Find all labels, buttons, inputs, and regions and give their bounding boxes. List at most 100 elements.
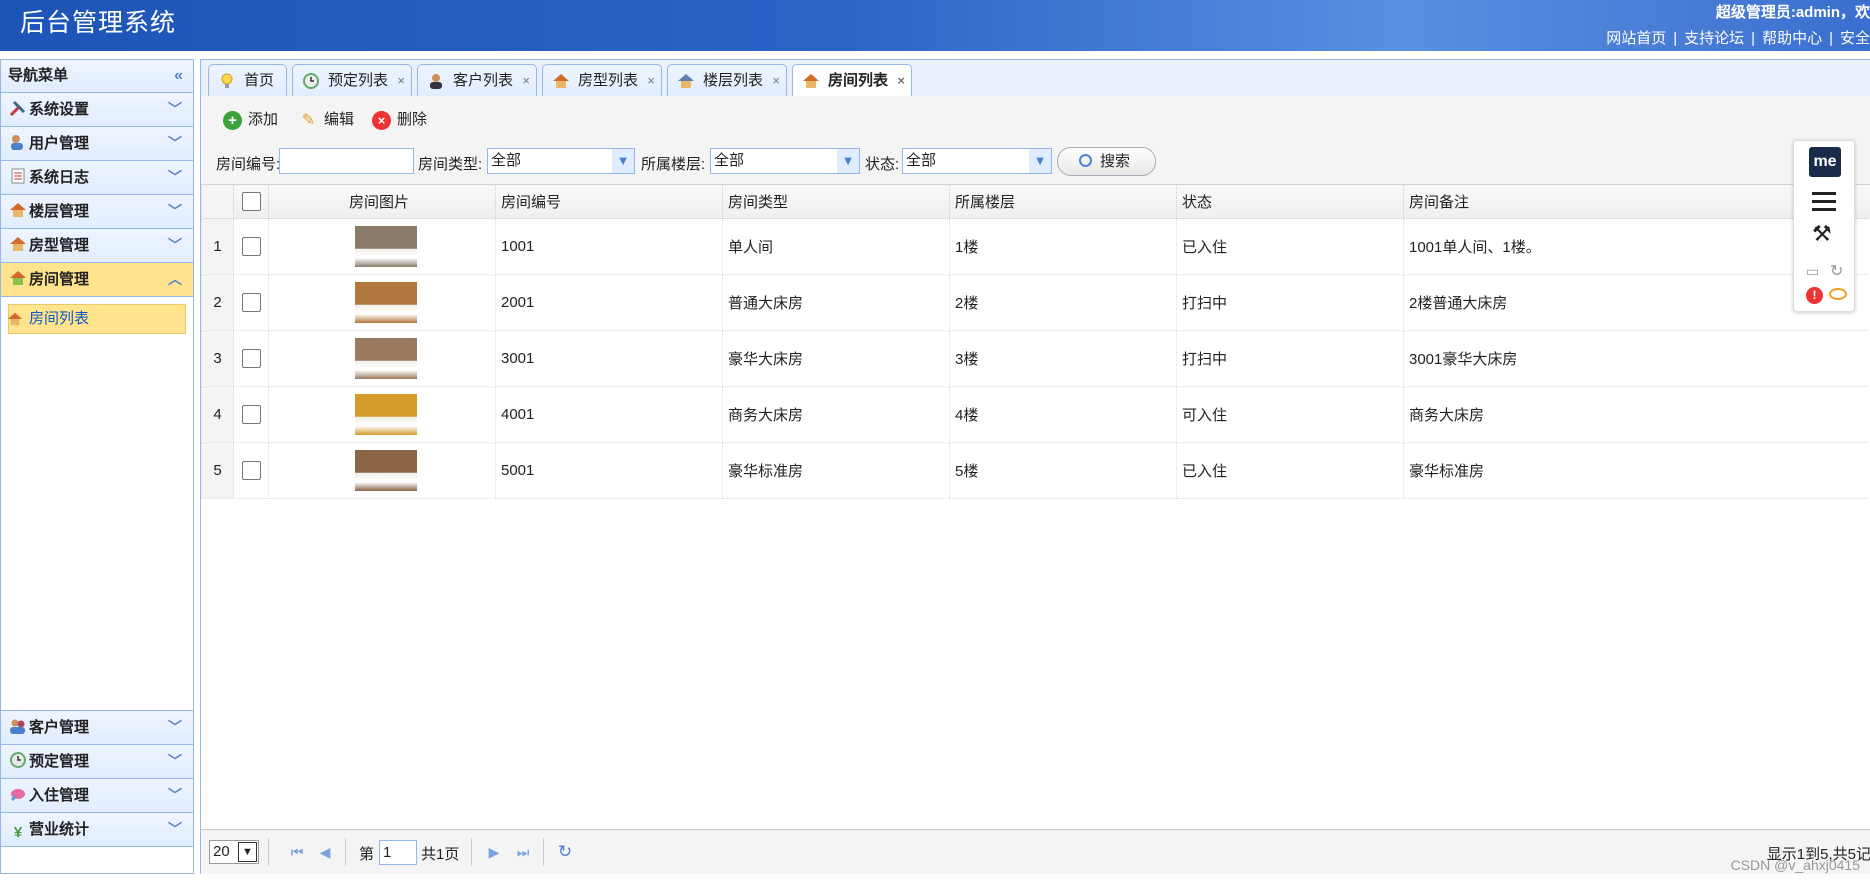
room-no-cell: 5001	[495, 442, 723, 499]
sidebar-item-roomtype-management[interactable]: 房型管理 ﹀	[1, 229, 193, 263]
chevron-down-icon: ﹀	[168, 203, 182, 219]
table-header-row: 房间图片 房间编号 房间类型 所属楼层 状态 房间备注	[201, 184, 1870, 219]
select-all-checkbox[interactable]	[241, 192, 261, 211]
row-number: 4	[201, 386, 234, 443]
search-icon	[1079, 154, 1092, 167]
reload-icon[interactable]: ↻	[1830, 261, 1843, 281]
house-icon	[10, 203, 26, 217]
close-icon[interactable]: ×	[897, 65, 905, 96]
cast-icon[interactable]: ▭	[1806, 263, 1819, 280]
tab-room-list[interactable]: 房间列表 ×	[792, 64, 912, 98]
row-checkbox-cell	[233, 274, 269, 331]
note-cell: 豪华标准房	[1403, 442, 1870, 499]
eye-icon[interactable]	[1829, 288, 1847, 300]
row-checkbox[interactable]	[241, 461, 261, 480]
link-help[interactable]: 帮助中心	[1762, 30, 1822, 47]
row-checkbox[interactable]	[241, 349, 261, 368]
clock-icon	[10, 752, 26, 768]
add-button[interactable]: + 添加	[223, 108, 278, 132]
room-type-select[interactable]: 全部 ▼	[487, 148, 635, 174]
sidebar-subitem-room-list[interactable]: 房间列表	[7, 304, 186, 334]
prev-page-icon[interactable]: ◀	[316, 842, 334, 862]
sidebar-item-label: 用户管理	[29, 135, 90, 152]
close-icon[interactable]: ×	[522, 65, 530, 96]
sidebar-item-system-settings[interactable]: 系统设置 ﹀	[1, 93, 193, 127]
sidebar-item-booking-management[interactable]: 预定管理 ﹀	[1, 745, 193, 779]
room-management-submenu: 房间列表	[1, 297, 193, 711]
room-thumbnail	[355, 338, 417, 379]
column-header-floor[interactable]: 所属楼层	[949, 184, 1177, 219]
hamburger-menu-icon[interactable]	[1812, 192, 1836, 216]
status-cell: 已入住	[1176, 442, 1404, 499]
room-type-cell: 单人间	[722, 218, 950, 275]
room-no-input[interactable]	[279, 148, 414, 174]
edit-button[interactable]: ✎ 编辑	[299, 108, 354, 132]
link-security[interactable]: 安全	[1840, 30, 1870, 47]
tab-customer-list[interactable]: 客户列表 ×	[417, 64, 537, 97]
table-row[interactable]: 4 4001 商务大床房 4楼 可入住 商务大床房	[201, 386, 1870, 443]
tab-booking-list[interactable]: 预定列表 ×	[292, 64, 412, 97]
tab-roomtype-list[interactable]: 房型列表 ×	[542, 64, 662, 97]
nav-sidebar: 导航菜单 « 系统设置 ﹀ 用户管理 ﹀ 系统日志 ﹀ 楼层管理 ﹀ 房型管理 …	[0, 59, 194, 874]
sidebar-item-room-management[interactable]: 房间管理 ︿	[1, 263, 193, 297]
tab-label: 首页	[244, 72, 275, 89]
search-button[interactable]: 搜索	[1057, 147, 1156, 176]
sidebar-item-floor-management[interactable]: 楼层管理 ﹀	[1, 195, 193, 229]
welcome-text: 超级管理员:admin，欢	[1715, 4, 1870, 21]
close-icon[interactable]: ×	[772, 65, 780, 96]
sidebar-item-label: 系统日志	[29, 169, 90, 186]
status-cell: 打扫中	[1176, 274, 1404, 331]
close-icon[interactable]: ×	[647, 65, 655, 96]
last-page-icon[interactable]: ⏭	[514, 842, 532, 862]
link-forum[interactable]: 支持论坛	[1684, 30, 1744, 47]
magic-wand-icon[interactable]: ⚒	[1812, 221, 1832, 247]
extension-logo[interactable]: me	[1809, 147, 1841, 177]
house-icon	[7, 312, 23, 326]
tab-label: 楼层列表	[703, 72, 764, 89]
page-number-input[interactable]: 1	[379, 840, 417, 865]
row-checkbox[interactable]	[241, 293, 261, 312]
page-prefix: 第	[359, 846, 375, 863]
column-header-room-no[interactable]: 房间编号	[495, 184, 723, 219]
sidebar-item-system-log[interactable]: 系统日志 ﹀	[1, 161, 193, 195]
sidebar-item-label: 房间管理	[29, 271, 90, 288]
table-row[interactable]: 5 5001 豪华标准房 5楼 已入住 豪华标准房	[201, 442, 1870, 499]
refresh-icon[interactable]: ↻	[556, 842, 574, 862]
page-size-select[interactable]: 20 ▼	[209, 840, 259, 864]
tab-floor-list[interactable]: 楼层列表 ×	[667, 64, 787, 97]
add-label: 添加	[248, 111, 279, 128]
column-header-room-type[interactable]: 房间类型	[722, 184, 950, 219]
room-image-cell	[268, 274, 496, 331]
link-home[interactable]: 网站首页	[1606, 30, 1666, 47]
edit-label: 编辑	[324, 111, 355, 128]
floor-label: 所属楼层:	[641, 156, 706, 173]
row-number: 3	[201, 330, 234, 387]
row-checkbox[interactable]	[241, 405, 261, 424]
delete-icon: ×	[372, 111, 391, 130]
row-checkbox[interactable]	[241, 237, 261, 256]
chevron-down-icon: ﹀	[168, 821, 182, 837]
column-header-image[interactable]: 房间图片	[268, 184, 496, 219]
collapse-sidebar-icon[interactable]: «	[174, 60, 183, 92]
sidebar-item-customer-management[interactable]: 客户管理 ﹀	[1, 711, 193, 745]
first-page-icon[interactable]: ⏮	[288, 842, 306, 862]
room-image-cell	[268, 218, 496, 275]
floor-select[interactable]: 全部 ▼	[710, 148, 860, 174]
sidebar-item-checkin-management[interactable]: 入住管理 ﹀	[1, 779, 193, 813]
floor-cell: 4楼	[949, 386, 1177, 443]
delete-button[interactable]: × 删除	[372, 108, 427, 132]
close-icon[interactable]: ×	[397, 65, 405, 96]
table-row[interactable]: 3 3001 豪华大床房 3楼 打扫中 3001豪华大床房	[201, 330, 1870, 387]
error-icon[interactable]: !	[1806, 287, 1823, 304]
floor-cell: 1楼	[949, 218, 1177, 275]
row-number: 1	[201, 218, 234, 275]
status-select[interactable]: 全部 ▼	[902, 148, 1052, 174]
tab-home[interactable]: 首页	[208, 64, 287, 97]
table-row[interactable]: 1 1001 单人间 1楼 已入住 1001单人间、1楼。	[201, 218, 1870, 275]
column-header-status[interactable]: 状态	[1176, 184, 1404, 219]
sidebar-item-user-management[interactable]: 用户管理 ﹀	[1, 127, 193, 161]
yen-icon: ¥	[13, 824, 23, 841]
table-row[interactable]: 2 2001 普通大床房 2楼 打扫中 2楼普通大床房	[201, 274, 1870, 331]
sidebar-item-business-stats[interactable]: ¥ 营业统计 ﹀	[1, 813, 193, 847]
next-page-icon[interactable]: ▶	[485, 842, 503, 862]
